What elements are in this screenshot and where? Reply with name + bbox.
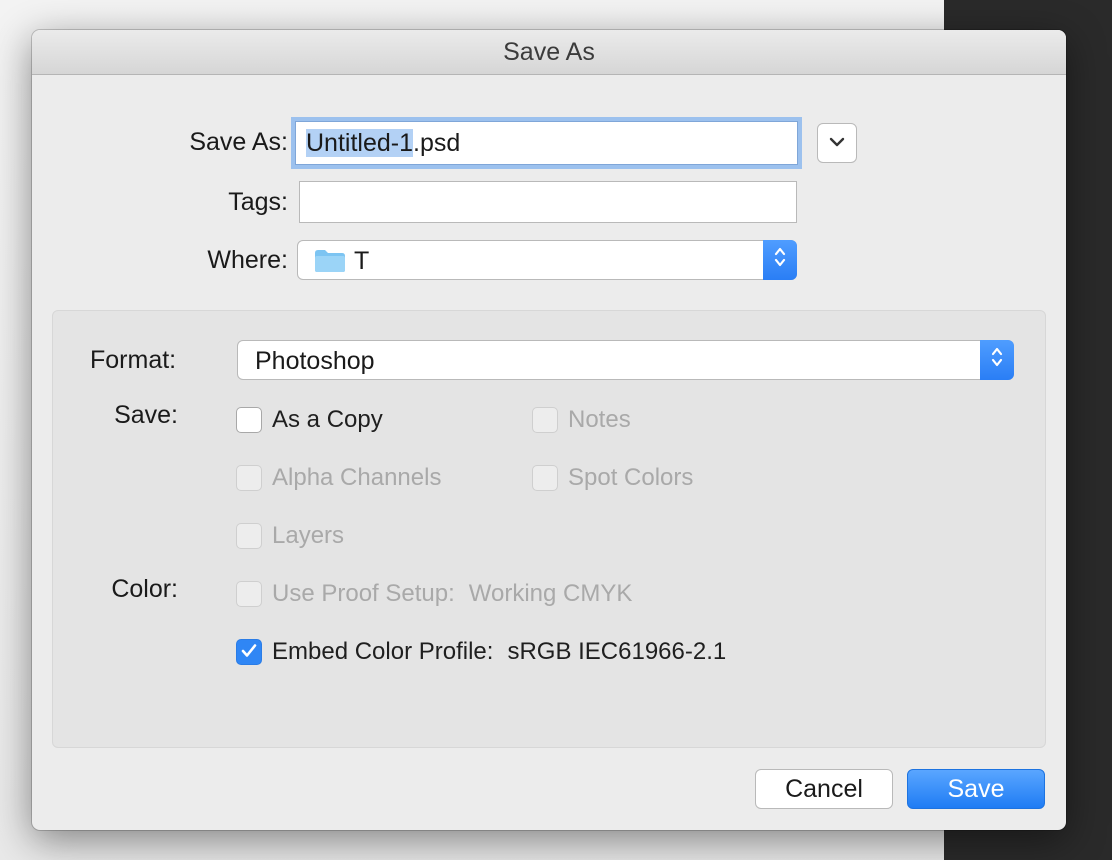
expand-dialog-button[interactable] <box>817 123 857 163</box>
proof-profile-value: Working CMYK <box>468 580 633 607</box>
alpha-channels-label: Alpha Channels <box>272 464 442 491</box>
layers-label: Layers <box>272 522 345 549</box>
checkbox-box <box>532 465 558 491</box>
format-value: Photoshop <box>255 347 375 375</box>
checkbox-box <box>236 581 262 607</box>
layers-checkbox[interactable]: Layers <box>236 522 344 550</box>
alpha-channels-checkbox[interactable]: Alpha Channels <box>236 464 441 492</box>
where-value: T <box>354 247 370 275</box>
filename-extension: .psd <box>413 129 461 157</box>
dialog-title: Save As <box>32 30 1066 75</box>
use-proof-setup-label: Use Proof Setup: <box>272 580 455 607</box>
chevron-down-icon <box>829 134 845 152</box>
cancel-button[interactable]: Cancel <box>755 769 893 809</box>
format-popup[interactable]: Photoshop <box>237 340 1014 380</box>
notes-checkbox[interactable]: Notes <box>532 406 631 434</box>
embed-color-profile-checkbox[interactable]: Embed Color Profile: sRGB IEC61966-2.1 <box>236 638 726 666</box>
as-a-copy-label: As a Copy <box>272 406 383 433</box>
where-stepper <box>763 240 797 280</box>
save-as-dialog: Save As Save As: Untitled-1.psd Tags: Wh… <box>32 30 1066 830</box>
spot-colors-label: Spot Colors <box>568 464 694 491</box>
spot-colors-checkbox[interactable]: Spot Colors <box>532 464 693 492</box>
up-down-arrows-icon <box>773 245 787 276</box>
save-options-label: Save: <box>114 401 178 429</box>
checkbox-box <box>236 465 262 491</box>
up-down-arrows-icon <box>990 345 1004 376</box>
filename-input[interactable]: Untitled-1.psd <box>295 121 798 165</box>
format-label: Format: <box>90 346 177 374</box>
where-popup[interactable]: T <box>297 240 797 280</box>
color-options-label: Color: <box>111 575 178 603</box>
where-label: Where: <box>207 246 288 274</box>
tags-label: Tags: <box>228 188 288 216</box>
as-a-copy-checkbox[interactable]: As a Copy <box>236 406 383 434</box>
embed-profile-value: sRGB IEC61966-2.1 <box>507 638 727 665</box>
checkbox-box <box>236 523 262 549</box>
format-stepper <box>980 340 1014 380</box>
use-proof-setup-checkbox[interactable]: Use Proof Setup: Working CMYK <box>236 580 632 608</box>
folder-icon <box>314 249 346 280</box>
save-as-label: Save As: <box>189 128 288 156</box>
checkbox-box <box>236 639 262 665</box>
checkbox-box <box>236 407 262 433</box>
notes-label: Notes <box>568 406 631 433</box>
embed-color-profile-label: Embed Color Profile: <box>272 638 494 665</box>
checkmark-icon <box>240 638 258 666</box>
filename-selected-text: Untitled-1 <box>306 129 413 157</box>
options-panel: Format: Photoshop Save: Color: As a Copy… <box>52 310 1046 748</box>
tags-input[interactable] <box>299 181 797 223</box>
checkbox-box <box>532 407 558 433</box>
save-button[interactable]: Save <box>907 769 1045 809</box>
